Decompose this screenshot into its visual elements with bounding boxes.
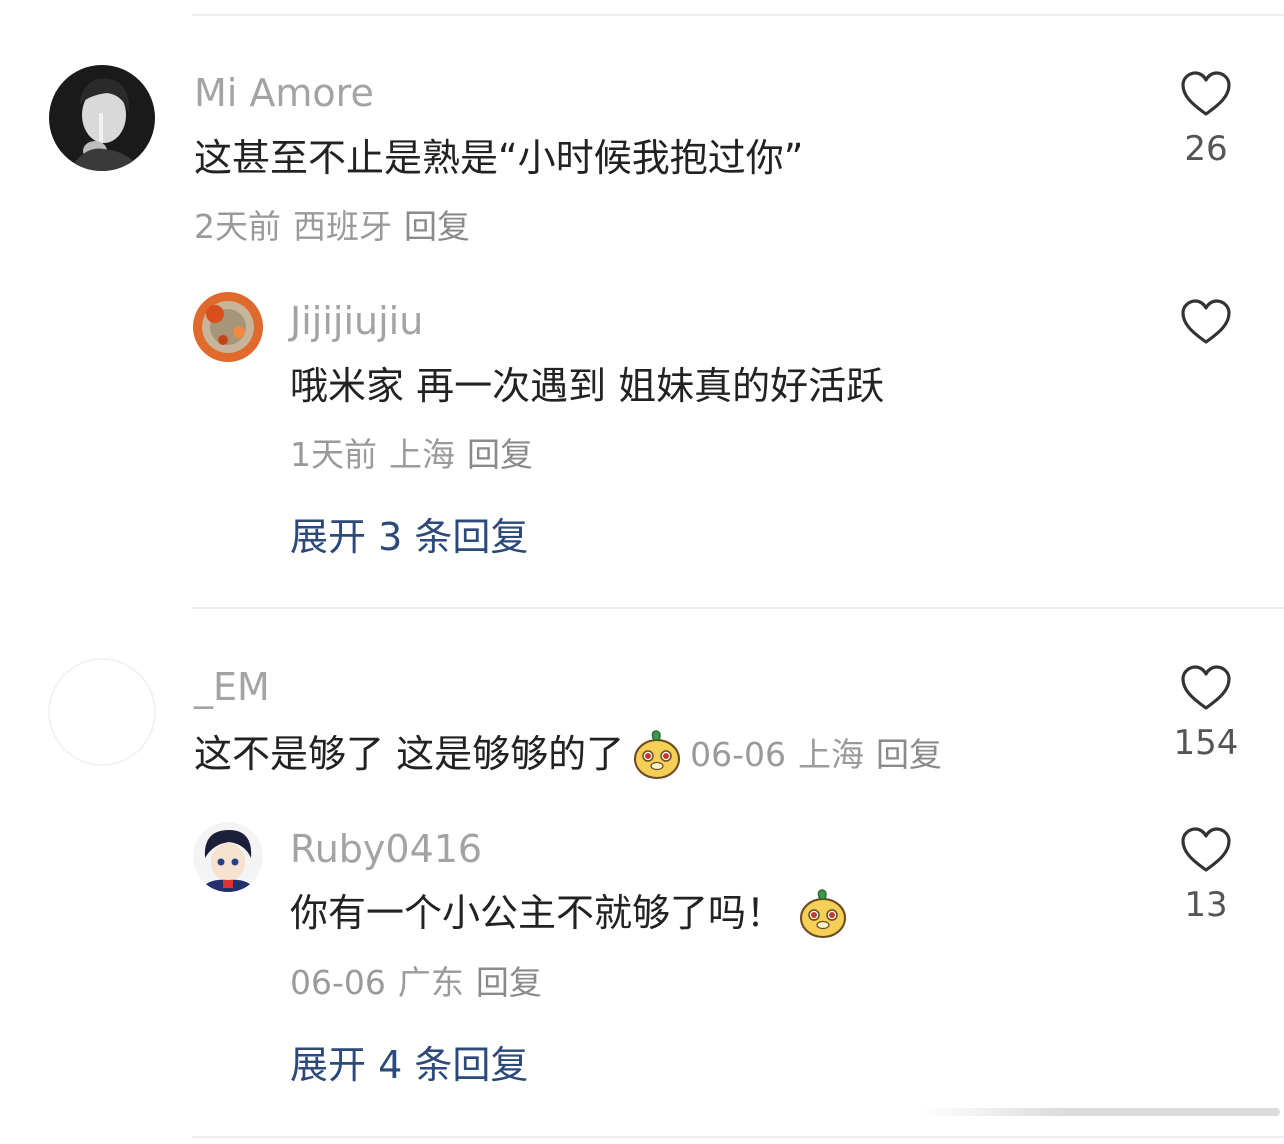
reply-username[interactable]: Ruby0416 [290,830,482,868]
like-count: 26 [1184,129,1228,169]
reply-time: 1天前 [290,435,377,474]
comment-meta: 2天前 西班牙 回复 [194,210,482,243]
reply-location: 广东 [397,963,464,1002]
reply-meta: 1天前 上海 回复 [290,438,545,471]
top-divider [192,14,1284,16]
orange-flower-avatar-icon [193,292,263,362]
blank-avatar-icon [48,658,156,766]
comment-text: 这甚至不止是熟是“小时候我抱过你” [194,136,804,180]
like-count: 13 [1184,885,1228,925]
expand-replies-link[interactable]: 展开 3 条回复 [290,518,528,556]
like-button[interactable] [1166,298,1246,346]
like-button[interactable]: 26 [1166,70,1246,166]
expand-replies-link[interactable]: 展开 4 条回复 [290,1046,528,1084]
reply-time: 06-06 [290,963,386,1002]
reply-button[interactable]: 回复 [467,435,533,474]
avatar[interactable] [49,65,155,171]
heart-icon [1181,299,1231,344]
comment-location: 西班牙 [293,207,392,246]
chick-face-emoji-icon [798,887,848,939]
like-button[interactable]: 13 [1166,826,1246,922]
like-button[interactable]: 154 [1166,664,1246,760]
comment-time: 2天前 [194,207,281,246]
avatar[interactable] [48,658,156,766]
avatar[interactable] [193,292,263,362]
heart-icon [1181,827,1231,872]
comment-time: 06-06 [690,734,786,774]
home-indicator [920,1108,1280,1116]
comment-location: 上海 [797,734,864,774]
heart-icon [1181,71,1231,116]
heart-icon [1181,665,1231,710]
comment-username[interactable]: _EM [194,668,270,706]
reply-text: 你有一个小公主不就够了吗！ [290,891,785,935]
reply-username[interactable]: Jijijiujiu [290,302,423,340]
comment-divider [192,607,1284,609]
anime-character-avatar-icon [193,822,263,892]
chick-face-emoji-icon [632,728,682,780]
comment-text-line: 这不是够了 这是够够的了 06-06 上海 回复 [194,728,942,780]
like-count: 154 [1173,723,1239,763]
comment-meta: 06-06 上海 回复 [690,735,942,774]
comment-username[interactable]: Mi Amore [194,74,374,112]
bottom-divider [192,1136,1284,1138]
avatar[interactable] [193,822,263,892]
portrait-avatar-bw-icon [49,65,155,171]
reply-location: 上海 [389,435,455,474]
reply-meta: 06-06 广东 回复 [290,966,554,999]
comment-text: 这不是够了 这是够够的了 [194,732,625,776]
reply-text: 哦米家 再一次遇到 姐妹真的好活跃 [290,364,885,408]
reply-button[interactable]: 回复 [876,735,942,774]
reply-button[interactable]: 回复 [476,963,542,1002]
reply-button[interactable]: 回复 [404,207,470,246]
reply-text-line: 你有一个小公主不就够了吗！ [290,887,856,939]
